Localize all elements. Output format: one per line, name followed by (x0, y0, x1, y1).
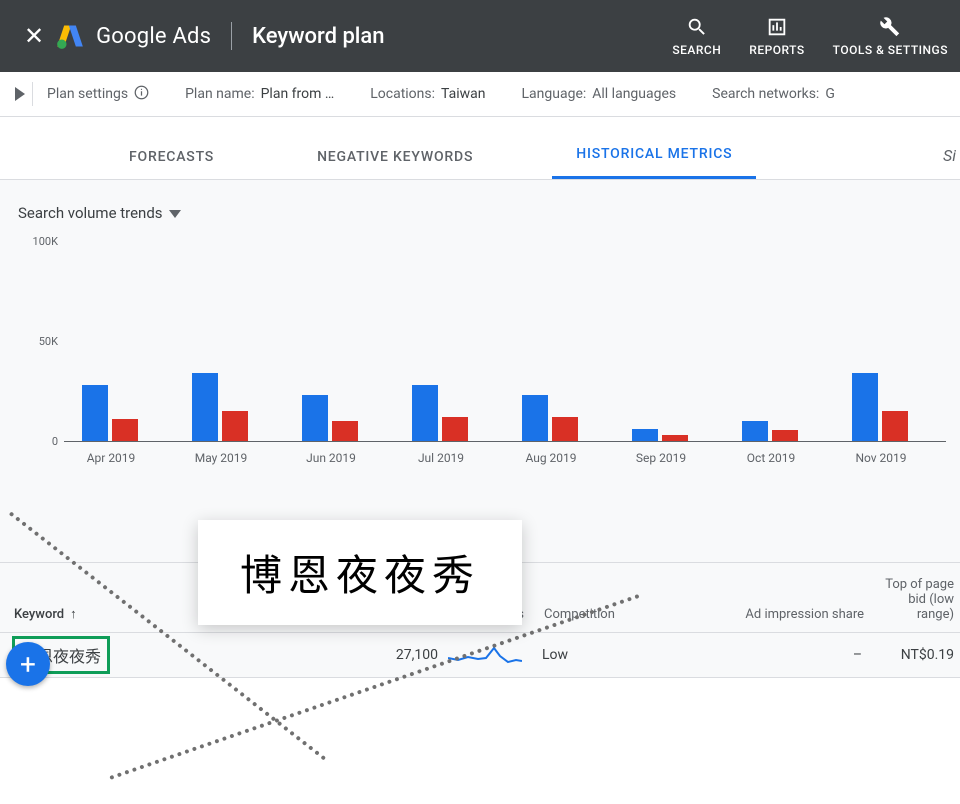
col-impression-share[interactable]: Ad impression share (694, 577, 874, 622)
bar-series-b (882, 411, 908, 441)
bar-series-a (742, 421, 768, 441)
x-tick-label: Aug 2019 (496, 451, 606, 465)
bar-series-a (412, 385, 438, 441)
plus-icon: + (20, 648, 36, 681)
bar-series-b (112, 419, 138, 441)
y-tick-label: 50K (39, 335, 58, 348)
bar-series-b (222, 411, 248, 441)
plan-name[interactable]: Plan name:Plan from … (185, 86, 334, 102)
app-header: ✕ Google Ads Keyword plan SEARCH REPORTS… (0, 0, 960, 72)
keywords-table-row[interactable]: 博恩夜夜秀 27,100 Low – NT$0.19 (0, 633, 960, 678)
tab-historical-metrics[interactable]: HISTORICAL METRICS (552, 146, 756, 179)
chart-bar-group: Apr 2019 (82, 385, 138, 441)
col-top-bid[interactable]: Top of page bid (low range) (874, 577, 960, 622)
expand-settings-icon[interactable] (8, 82, 33, 106)
reports-icon (766, 15, 788, 39)
search-button[interactable]: SEARCH (672, 15, 721, 57)
plan-settings-label[interactable]: Plan settings (47, 85, 149, 104)
chart-bar-group: Oct 2019 (742, 421, 798, 441)
header-separator (231, 22, 232, 50)
chart-bar-group: Sep 2019 (632, 429, 688, 441)
networks-setting[interactable]: Search networks:G (712, 86, 835, 102)
bar-series-a (632, 429, 658, 441)
bar-series-b (662, 435, 688, 441)
header-tools: SEARCH REPORTS TOOLS & SETTINGS (672, 15, 948, 57)
bar-series-a (522, 395, 548, 441)
chart-bar-group: May 2019 (192, 373, 248, 441)
bar-series-b (552, 417, 578, 441)
volume-chart: 050K100K Apr 2019May 2019Jun 2019Jul 201… (14, 242, 946, 482)
tab-negative-keywords[interactable]: NEGATIVE KEYWORDS (293, 149, 497, 179)
x-tick-label: May 2019 (166, 451, 276, 465)
chart-bar-group: Jul 2019 (412, 385, 468, 441)
bar-series-b (332, 421, 358, 441)
chart-plot: Apr 2019 May 2019 Jun 2019 Jul 2019 Aug 2019… (64, 242, 946, 442)
chart-bar-group: Aug 2019 (522, 395, 578, 441)
cell-top-bid: NT$0.19 (872, 647, 960, 663)
x-tick-label: Sep 2019 (606, 451, 716, 465)
bar-series-a (82, 385, 108, 441)
keyword-callout: 博恩夜夜秀 (198, 520, 522, 625)
plan-settings-bar: Plan settings Plan name:Plan from … Loca… (0, 72, 960, 117)
x-tick-label: Nov 2019 (826, 451, 936, 465)
bar-series-a (302, 395, 328, 441)
close-icon[interactable]: ✕ (12, 22, 56, 50)
cell-competition: Low (532, 647, 692, 663)
cell-impression: – (692, 647, 872, 663)
locations-setting[interactable]: Locations:Taiwan (370, 86, 485, 102)
x-tick-label: Oct 2019 (716, 451, 826, 465)
col-competition[interactable]: Competition (534, 577, 694, 622)
reports-button[interactable]: REPORTS (749, 15, 804, 57)
tab-bar: FORECASTS NEGATIVE KEYWORDS HISTORICAL M… (0, 117, 960, 180)
bar-series-a (852, 373, 878, 441)
chart-y-axis: 050K100K (14, 242, 64, 442)
bar-series-b (772, 430, 798, 441)
add-fab-button[interactable]: + (6, 642, 50, 686)
chevron-down-icon (169, 204, 181, 222)
chart-bar-group: Jun 2019 (302, 395, 358, 441)
bar-series-a (192, 373, 218, 441)
search-icon (686, 15, 708, 39)
wrench-icon (879, 15, 901, 39)
x-tick-label: Apr 2019 (56, 451, 166, 465)
tools-settings-button[interactable]: TOOLS & SETTINGS (833, 15, 948, 57)
x-tick-label: Jun 2019 (276, 451, 386, 465)
bar-series-b (442, 417, 468, 441)
page-subtitle: Keyword plan (252, 24, 384, 49)
brand-title: Google Ads (96, 24, 211, 49)
language-setting[interactable]: Language:All languages (522, 86, 677, 102)
y-tick-label: 100K (33, 235, 58, 248)
y-tick-label: 0 (52, 435, 58, 448)
tab-right-cutoff[interactable]: Si (943, 146, 956, 179)
google-ads-logo-icon (56, 22, 84, 50)
tab-forecasts[interactable]: FORECASTS (105, 149, 238, 179)
sort-arrow-up-icon: ↑ (70, 606, 77, 622)
info-icon (134, 85, 149, 104)
trends-dropdown[interactable]: Search volume trends (18, 204, 960, 222)
x-tick-label: Jul 2019 (386, 451, 496, 465)
chart-bar-group: Nov 2019 (852, 373, 908, 441)
